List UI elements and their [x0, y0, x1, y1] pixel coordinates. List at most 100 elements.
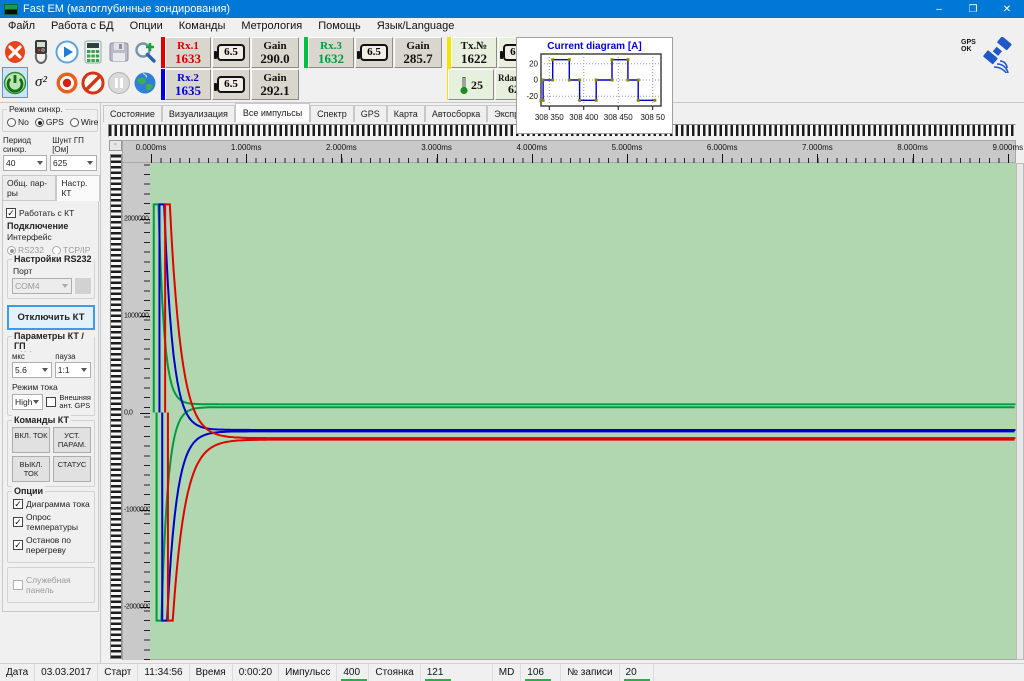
zoom-add-icon[interactable] [132, 36, 158, 67]
rx3-battery-panel: 6.5 [355, 37, 393, 68]
y-tick-label: 0 [534, 76, 539, 85]
radio-label: GPS [46, 117, 64, 127]
status-label-Дата: Дата [0, 664, 35, 681]
trace-rx3-positive [154, 204, 1016, 412]
power-icon[interactable] [2, 67, 28, 98]
ratio-value: 1:1 [58, 365, 70, 375]
gps-status-label: GPS OK [961, 39, 977, 53]
multimeter-icon[interactable] [28, 36, 54, 67]
battery-icon: 6.5 [360, 44, 388, 61]
rx2-gain-panel[interactable]: Gain 292.1 [251, 69, 299, 100]
thermometer-icon [459, 75, 469, 95]
x-tick-label: 308 400 [569, 113, 598, 122]
play-icon[interactable] [54, 36, 80, 67]
menu-item-Опции[interactable]: Опции [122, 20, 171, 32]
work-with-kt-checkbox[interactable]: ✓ Работать с КТ [6, 208, 96, 218]
tab-GPS[interactable]: GPS [354, 105, 387, 122]
options-title: Опции [12, 486, 45, 496]
save-icon[interactable] [106, 36, 132, 67]
current-on-button[interactable]: ВКЛ. ТОК [12, 427, 50, 453]
chart-corner-button[interactable]: ▫ [109, 140, 122, 151]
ratio-select[interactable]: 1:1 [55, 362, 91, 378]
application-window: Fast EM (малоглубинные зондирования) – ❐… [0, 0, 1024, 681]
set-params-button[interactable]: УСТ. ПАРАМ. [53, 427, 91, 453]
plot-right-margin [1016, 163, 1024, 660]
restore-button[interactable]: ❐ [956, 0, 990, 18]
status-button[interactable]: СТАТУС [53, 456, 91, 482]
time-tick-label: 9.000ms [992, 143, 1023, 152]
close-session-icon[interactable] [2, 36, 28, 67]
chevron-down-icon [81, 368, 87, 372]
port-select[interactable]: COM4 [12, 278, 72, 294]
rx2-battery-panel: 6.5 [212, 69, 250, 100]
current-off-button[interactable]: ВЫКЛ. ТОК [12, 456, 50, 482]
tx-value: 1622 [461, 52, 487, 65]
menu-item-Помощь[interactable]: Помощь [310, 20, 369, 32]
menu-item-Файл[interactable]: Файл [0, 20, 43, 32]
overheat-stop-checkbox[interactable]: ✓Останов по перегреву [13, 535, 90, 555]
menu-item-Работа с БД[interactable]: Работа с БД [43, 20, 122, 32]
waveform-vertex-dot [637, 79, 640, 82]
rx2-label: Rx.2 [177, 73, 199, 84]
time-tick-major [532, 154, 533, 163]
globe-icon[interactable] [132, 67, 158, 98]
time-tick-major [913, 154, 914, 163]
ext-antenna-checkbox[interactable] [46, 397, 56, 407]
tab-Состояние[interactable]: Состояние [103, 105, 162, 122]
checkbox-label: Работать с КТ [19, 208, 74, 218]
record-icon[interactable] [54, 67, 80, 98]
close-button[interactable]: ✕ [990, 0, 1024, 18]
current-mode-select[interactable]: High [12, 394, 43, 410]
amplitude-ruler: 2000000,01000000,00,0-1000000,0-2000000,… [122, 163, 150, 660]
trace-rx2-positive [159, 204, 1015, 430]
sidebar-tab-kt-settings[interactable]: Настр. КТ [56, 175, 100, 201]
menu-bar: ФайлРабота с БДОпцииКомандыМетрологияПом… [0, 18, 1024, 34]
tab-Спектр[interactable]: Спектр [310, 105, 354, 122]
disconnect-kt-button[interactable]: Отключить КТ [7, 305, 95, 330]
port-refresh-button[interactable] [75, 278, 91, 294]
radio-sync-gps[interactable]: GPS [35, 117, 64, 127]
waveform-vertex-dot [568, 79, 571, 82]
current-diagram-checkbox[interactable]: ✓Диаграмма тока [13, 499, 90, 509]
kt-commands-title: Команды КТ [12, 415, 71, 425]
rx3-gain-panel[interactable]: Gain 285.7 [394, 37, 442, 68]
rs232-settings-group: Настройки RS232 Порт COM4 [7, 259, 95, 299]
shunt-select[interactable]: 625 [50, 155, 97, 171]
sync-period-label: Период синхр. [3, 136, 52, 154]
radio-sync-wire[interactable]: Wire [70, 117, 98, 127]
pause-icon[interactable] [106, 67, 132, 98]
kt-settings-panel: ✓ Работать с КТ Подключение Интерфейс RS… [2, 200, 99, 612]
minimize-button[interactable]: – [922, 0, 956, 18]
radio-label: No [18, 117, 29, 127]
menu-item-Команды[interactable]: Команды [171, 20, 234, 32]
service-panel-checkbox[interactable]: Служебная панель [13, 575, 90, 595]
menu-item-Язык/Language[interactable]: Язык/Language [369, 20, 463, 32]
stop-icon[interactable] [80, 67, 106, 98]
tab-Все импульсы[interactable]: Все импульсы [235, 103, 310, 122]
tab-Автосборка[interactable]: Автосборка [425, 105, 487, 122]
rs232-settings-title: Настройки RS232 [12, 254, 94, 264]
time-tick-label: 2.000ms [326, 143, 357, 152]
delay-select[interactable]: 5.6 [12, 362, 52, 378]
tab-Визуализация[interactable]: Визуализация [162, 105, 235, 122]
status-label-Импульсс: Импульсс [279, 664, 337, 681]
amplitude-tick-major [140, 510, 150, 511]
calculator-icon[interactable] [80, 36, 106, 67]
menu-item-Метрология[interactable]: Метрология [233, 20, 310, 32]
status-value-Импульсс: 400 [337, 664, 369, 681]
sync-period-select[interactable]: 40 [3, 155, 47, 171]
gps-satellite-icon [978, 37, 1018, 73]
shunt-label: Шунт ГП [Ом] [52, 136, 98, 154]
amplitude-tick-label: 0,0 [124, 410, 133, 417]
x-tick-label: 308 450 [604, 113, 633, 122]
sidebar-tab-general[interactable]: Общ. пар-ры [2, 175, 56, 201]
tab-Карта[interactable]: Карта [387, 105, 425, 122]
checkbox-label: Опрос температуры [26, 512, 90, 532]
tx-temp-value: 25 [471, 79, 483, 91]
radio-sync-no[interactable]: No [7, 117, 29, 127]
rx1-gain-panel[interactable]: Gain 290.0 [251, 37, 299, 68]
temperature-poll-checkbox[interactable]: ✓Опрос температуры [13, 512, 90, 532]
impulse-plot[interactable] [150, 163, 1016, 660]
radio-dot [7, 118, 16, 127]
sigma-squared-icon[interactable]: σ² [28, 67, 54, 98]
